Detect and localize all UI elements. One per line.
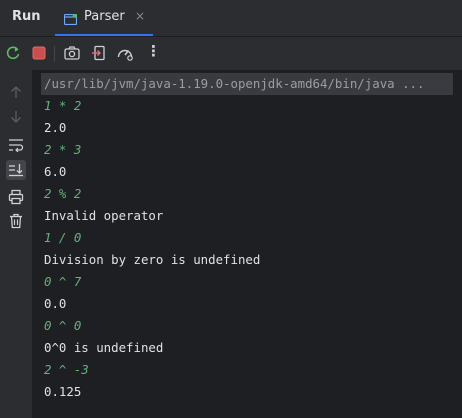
profiler-icon[interactable] xyxy=(116,44,134,62)
console-line: 2.0 xyxy=(44,120,67,135)
command-line: /usr/lib/jvm/java-1.19.0-openjdk-amd64/b… xyxy=(41,73,453,95)
toolbar-separator xyxy=(54,46,55,62)
rerun-icon[interactable] xyxy=(4,44,22,62)
exit-icon[interactable] xyxy=(90,44,108,62)
stop-icon[interactable] xyxy=(30,44,48,62)
console-line: 0.0 xyxy=(44,296,67,311)
console-line: 0^0 is undefined xyxy=(44,340,164,355)
console-line: 2 % 2 xyxy=(44,186,82,201)
console-lines: 1 * 2 2.0 2 * 3 6.0 2 % 2 Invalid operat… xyxy=(44,95,260,403)
soft-wrap-icon[interactable] xyxy=(6,135,26,155)
console-line: 0 ^ 7 xyxy=(44,274,82,289)
console-output[interactable]: /usr/lib/jvm/java-1.19.0-openjdk-amd64/b… xyxy=(32,70,462,418)
close-tab-icon[interactable]: × xyxy=(135,9,145,23)
console-line: 0.125 xyxy=(44,384,82,399)
console-line: 1 / 0 xyxy=(44,230,82,245)
console-line: 1 * 2 xyxy=(44,98,82,113)
up-arrow-icon[interactable] xyxy=(6,82,26,102)
console-line: Invalid operator xyxy=(44,208,164,223)
console-line: 2 * 3 xyxy=(44,142,82,157)
console-side-toolbar xyxy=(0,70,32,418)
run-tool-window-title: Run xyxy=(12,9,41,24)
console-line: 0 ^ 0 xyxy=(44,318,82,333)
camera-icon[interactable] xyxy=(63,44,81,62)
console-line: 6.0 xyxy=(44,164,67,179)
console-line: 2 ^ -3 xyxy=(44,362,89,377)
tab-parser[interactable]: Parser × xyxy=(55,0,153,36)
down-arrow-icon[interactable] xyxy=(6,107,26,127)
print-icon[interactable] xyxy=(6,187,26,207)
console-line: Division by zero is undefined xyxy=(44,252,261,267)
tab-label: Parser xyxy=(84,9,125,24)
scroll-to-end-icon[interactable] xyxy=(6,160,26,180)
run-toolbar: ⋮ xyxy=(0,37,462,70)
run-config-icon xyxy=(63,10,78,26)
more-icon[interactable]: ⋮ xyxy=(146,42,161,60)
tool-window-header: Run Parser × xyxy=(0,0,462,37)
trash-icon[interactable] xyxy=(6,211,26,231)
